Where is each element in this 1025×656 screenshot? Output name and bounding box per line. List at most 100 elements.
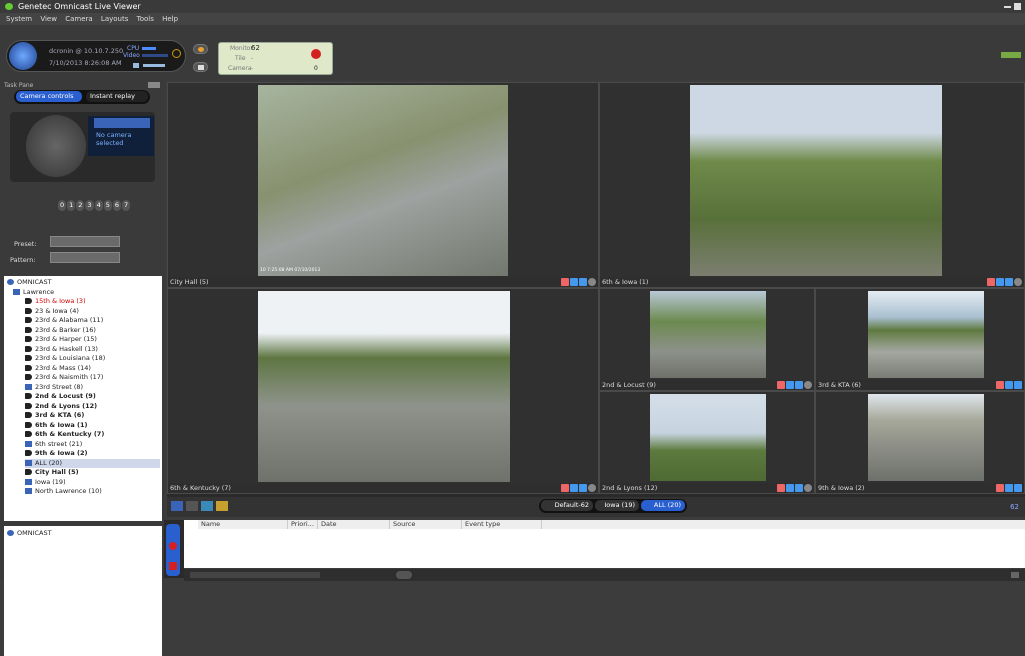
minimize-button[interactable]: [1004, 6, 1011, 8]
ptz-mode-icons[interactable]: [94, 118, 150, 128]
tree-item[interactable]: 23rd & Haskell (13): [25, 345, 160, 355]
snapshot-icon[interactable]: [579, 278, 587, 286]
snapshot-icon[interactable]: [579, 484, 587, 492]
record-icon[interactable]: [777, 381, 785, 389]
snapshot-icon[interactable]: [795, 381, 803, 389]
monitor-icon[interactable]: [570, 278, 578, 286]
ptz-joystick[interactable]: [26, 115, 86, 177]
tree-item[interactable]: 3rd & KTA (6): [25, 411, 160, 421]
layout-tab-iowa-19[interactable]: Iowa (19): [595, 500, 639, 511]
monitor-icon[interactable]: [570, 484, 578, 492]
monitor-icon[interactable]: [1005, 484, 1013, 492]
preset-1[interactable]: 1: [67, 200, 76, 211]
close-icon[interactable]: [588, 278, 596, 286]
tab-camera-controls[interactable]: Camera controls: [16, 91, 82, 102]
monitor-icon[interactable]: [1005, 381, 1013, 389]
tree-item[interactable]: 2nd & Locust (9): [25, 392, 160, 402]
tree-item[interactable]: 6th & Kentucky (7): [25, 430, 160, 440]
menu-help[interactable]: Help: [162, 15, 178, 23]
tree-item[interactable]: ALL (20): [25, 458, 160, 468]
video-tile-city-hall[interactable]: 10 7:25:08 AM 07/10/2013 City Hall (5): [167, 82, 599, 288]
layout-tab-default-62[interactable]: Default-62: [541, 500, 593, 511]
event-toolbar-icons[interactable]: [190, 572, 320, 578]
tree-item[interactable]: 23rd & Barker (16): [25, 326, 160, 336]
tree-group-lawrence[interactable]: Lawrence: [7, 288, 160, 298]
record-button[interactable]: [193, 44, 208, 54]
preset-6[interactable]: 6: [112, 200, 121, 211]
event-expand-button[interactable]: [396, 571, 412, 579]
snapshot-icon[interactable]: [1014, 381, 1022, 389]
snapshot-button[interactable]: [193, 62, 208, 72]
video-tile-6th-iowa[interactable]: 6th & Iowa (1): [599, 82, 1025, 288]
close-icon[interactable]: [804, 381, 812, 389]
preset-3[interactable]: 3: [85, 200, 94, 211]
tree-root[interactable]: OMNICAST: [7, 278, 160, 288]
tree-item[interactable]: City Hall (5): [25, 468, 160, 478]
layout-tab-all-20[interactable]: ALL (20): [641, 500, 685, 511]
record-icon[interactable]: [996, 484, 1004, 492]
snapshot-icon[interactable]: [1005, 278, 1013, 286]
tree-item[interactable]: 9th & Iowa (2): [25, 449, 160, 459]
layout-camera-icon[interactable]: [201, 501, 213, 511]
video-tile-2nd-locust[interactable]: 2nd & Locust (9): [599, 288, 815, 391]
menu-system[interactable]: System: [6, 15, 32, 23]
event-panel-tab[interactable]: [166, 524, 180, 576]
tree-item[interactable]: 23rd & Alabama (11): [25, 316, 160, 326]
tab-instant-replay[interactable]: Instant replay: [86, 91, 148, 102]
tree-item[interactable]: 23rd Street (8): [25, 383, 160, 393]
video-tile-2nd-lyons[interactable]: 2nd & Lyons (12): [599, 391, 815, 494]
bottom-tree-root[interactable]: OMNICAST: [7, 529, 159, 539]
close-icon[interactable]: [1014, 278, 1022, 286]
close-icon[interactable]: [588, 484, 596, 492]
snapshot-icon[interactable]: [1014, 484, 1022, 492]
monitor-icon[interactable]: [786, 381, 794, 389]
tree-item[interactable]: 23rd & Harper (15): [25, 335, 160, 345]
video-tile-6th-kentucky[interactable]: 6th & Kentucky (7): [167, 288, 599, 494]
tree-item[interactable]: 23 & Iowa (4): [25, 307, 160, 317]
event-col-name[interactable]: Name: [198, 520, 288, 529]
monitor-icon[interactable]: [996, 278, 1004, 286]
close-icon[interactable]: [804, 484, 812, 492]
video-tile-9th-iowa[interactable]: 9th & Iowa (2): [815, 391, 1025, 494]
layout-edit-icon[interactable]: [216, 501, 228, 511]
record-icon[interactable]: [996, 381, 1004, 389]
preset-2[interactable]: 2: [76, 200, 85, 211]
preset-0[interactable]: 0: [58, 200, 67, 211]
preset-4[interactable]: 4: [94, 200, 103, 211]
record-icon[interactable]: [561, 278, 569, 286]
task-pane-close-icon[interactable]: [148, 82, 160, 88]
event-options-icon[interactable]: [1011, 572, 1019, 578]
video-tile-3rd-kta[interactable]: 3rd & KTA (6): [815, 288, 1025, 391]
tree-item[interactable]: 23rd & Louisiana (18): [25, 354, 160, 364]
menu-tools[interactable]: Tools: [137, 15, 154, 23]
menu-layouts[interactable]: Layouts: [101, 15, 128, 23]
tree-item[interactable]: 23rd & Mass (14): [25, 364, 160, 374]
tree-item[interactable]: North Lawrence (10): [25, 487, 160, 497]
snapshot-icon[interactable]: [795, 484, 803, 492]
volume-slider[interactable]: [143, 64, 165, 67]
tree-item[interactable]: 15th & Iowa (3): [25, 297, 160, 307]
info-icon[interactable]: [172, 49, 181, 58]
preset-select[interactable]: [50, 236, 120, 247]
layout-grid-icon[interactable]: [171, 501, 183, 511]
tree-item[interactable]: 6th & Iowa (1): [25, 421, 160, 431]
layout-settings-icon[interactable]: [186, 501, 198, 511]
record-icon[interactable]: [777, 484, 785, 492]
close-button[interactable]: [1014, 3, 1021, 10]
preset-7[interactable]: 7: [121, 200, 131, 211]
tree-item[interactable]: 6th street (21): [25, 440, 160, 450]
event-col-priority[interactable]: Priori...: [288, 520, 318, 529]
record-icon[interactable]: [561, 484, 569, 492]
event-col-source[interactable]: Source: [390, 520, 462, 529]
preset-5[interactable]: 5: [103, 200, 112, 211]
menu-camera[interactable]: Camera: [65, 15, 92, 23]
record-icon[interactable]: [987, 278, 995, 286]
monitor-icon[interactable]: [786, 484, 794, 492]
menu-view[interactable]: View: [40, 15, 57, 23]
tree-item[interactable]: 2nd & Lyons (12): [25, 402, 160, 412]
tree-item[interactable]: 23rd & Naismith (17): [25, 373, 160, 383]
speaker-icon[interactable]: [133, 63, 139, 68]
event-col-date[interactable]: Date: [318, 520, 390, 529]
tree-item[interactable]: Iowa (19): [25, 478, 160, 488]
pattern-select[interactable]: [50, 252, 120, 263]
